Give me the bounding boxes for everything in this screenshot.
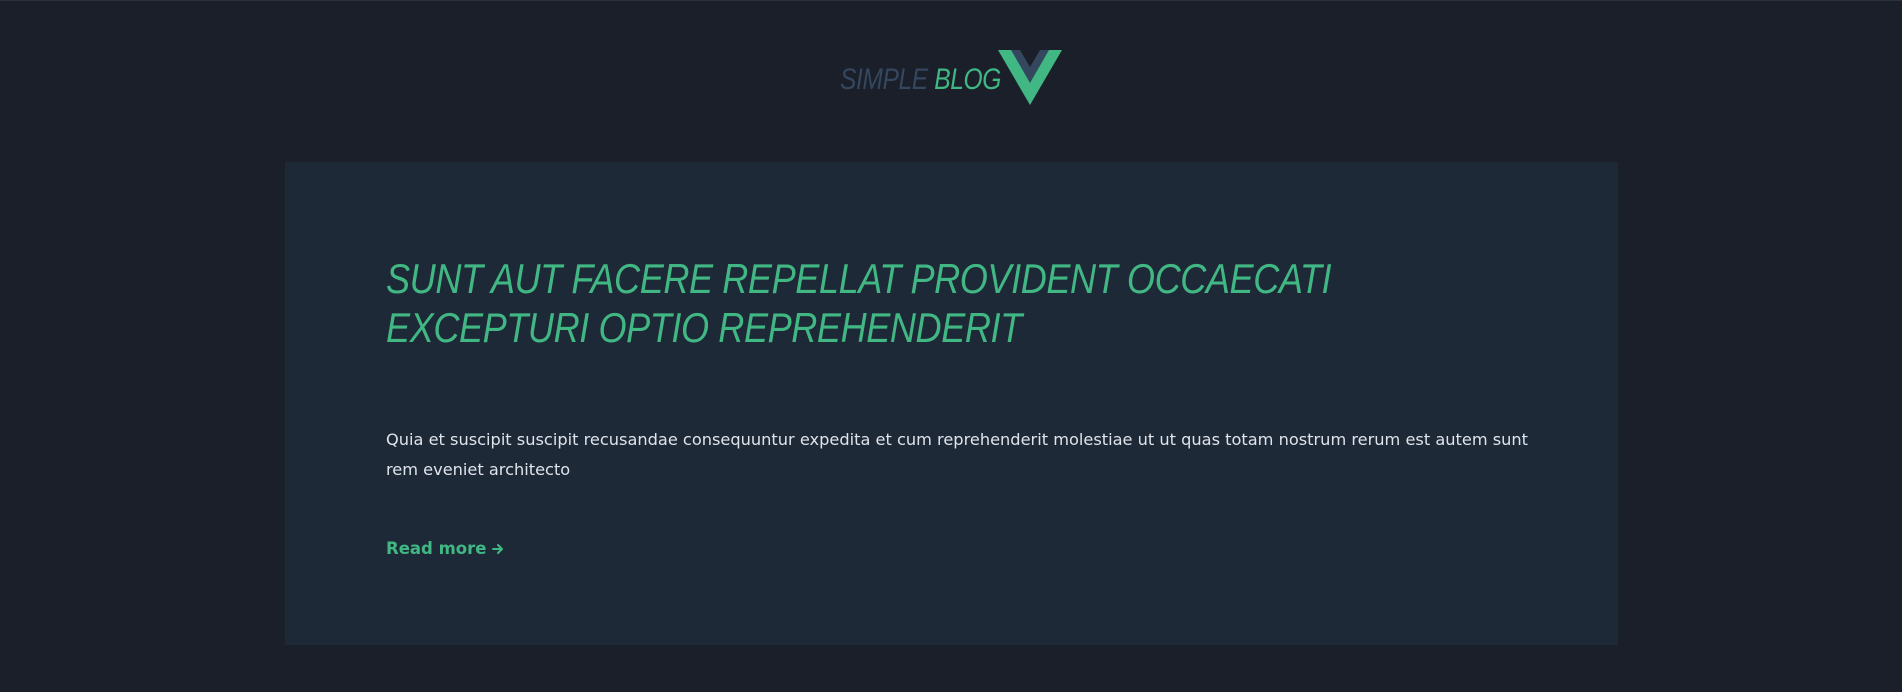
- post-excerpt: Quia et suscipit suscipit recusandae con…: [386, 430, 1529, 479]
- arrow-right-icon: [492, 543, 504, 554]
- logo-word-blog: BLOG: [934, 63, 1001, 96]
- post-card: SUNT AUT FACERE REPELLAT PROVIDENT OCCAE…: [285, 162, 1618, 645]
- post-title[interactable]: SUNT AUT FACERE REPELLAT PROVIDENT OCCAE…: [386, 254, 1546, 352]
- post-title-text: SUNT AUT FACERE REPELLAT PROVIDENT OCCAE…: [386, 255, 1332, 351]
- vue-logo-icon: [998, 50, 1062, 105]
- read-more-label: Read more: [386, 539, 487, 558]
- logo-text: SIMPLE BLOG: [840, 63, 1001, 97]
- read-more-link[interactable]: Read more: [386, 539, 505, 558]
- site-header: SIMPLE BLOG: [0, 0, 1902, 160]
- site-logo[interactable]: SIMPLE BLOG: [840, 50, 1062, 106]
- logo-word-simple: SIMPLE: [840, 63, 928, 96]
